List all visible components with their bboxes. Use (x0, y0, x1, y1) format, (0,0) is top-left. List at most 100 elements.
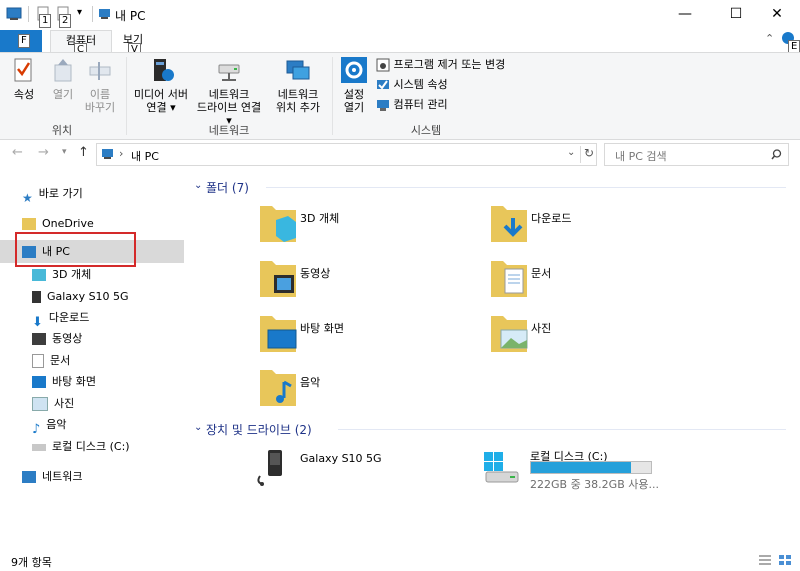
computer-management-button[interactable]: 컴퓨터 관리 (376, 97, 448, 115)
nav-3d-objects[interactable]: 3D 개체 (32, 264, 91, 285)
folder-name: 바탕 화면 (300, 322, 344, 335)
nav-label: 바탕 화면 (52, 375, 96, 388)
map-drive-button[interactable]: 네트워크 드라이브 연결 ▾ (193, 57, 265, 127)
folder-tile[interactable]: 바탕 화면 (258, 312, 458, 358)
maximize-button[interactable]: ☐ (713, 0, 759, 30)
ribbon-tabs: F 컴퓨터 C 보기 V ⌃ E (0, 30, 800, 57)
nav-videos[interactable]: 동영상 (32, 328, 82, 349)
media-server-icon (154, 59, 174, 81)
downloads-folder-icon (491, 206, 527, 242)
nav-pictures[interactable]: 사진 (32, 393, 74, 414)
folder-tile[interactable]: 동영상 (258, 257, 458, 303)
refresh-icon[interactable]: ↻ (584, 146, 594, 160)
group-label-network: 네트워크 (208, 124, 250, 137)
folders-collapse-icon[interactable]: ⌄ (194, 180, 202, 191)
desktop-icon (32, 376, 46, 388)
folder-name: 사진 (531, 322, 552, 335)
group-label-system: 시스템 (410, 124, 442, 137)
annotation-highlight-box (15, 232, 136, 267)
navigation-pane: ★ 바로 가기 OneDrive 내 PC 3D 개체 Galaxy S10 5G… (0, 170, 186, 548)
breadcrumb-chevron-icon[interactable]: › (119, 147, 123, 160)
address-bar[interactable]: › 내 PC ⌄ ↻ (96, 143, 597, 166)
recent-locations-icon[interactable]: ▾ (62, 147, 67, 157)
device-tile[interactable]: Galaxy S10 5G (254, 446, 464, 492)
divider (28, 6, 29, 22)
collapse-ribbon-icon[interactable]: ⌃ (765, 32, 774, 45)
nav-music[interactable]: ♪ 음악 (32, 414, 67, 437)
settings-gear-icon (341, 57, 367, 83)
nav-downloads[interactable]: ⬇ 다운로드 (32, 307, 90, 330)
details-view-icon[interactable] (758, 554, 772, 566)
onedrive-folder-icon (22, 218, 36, 230)
system-properties-button[interactable]: 시스템 속성 (376, 77, 448, 95)
divider (126, 57, 127, 135)
uninstall-icon (376, 58, 390, 72)
system-properties-icon (377, 80, 389, 90)
local-disk-windows-icon (484, 452, 519, 483)
computer-management-icon (377, 100, 389, 111)
properties-button[interactable]: 속성 (4, 57, 44, 101)
add-network-location-label-2: 위치 추가 (276, 101, 320, 114)
settings-label-2: 열기 (343, 101, 365, 114)
divider (266, 187, 786, 188)
folder-name: 다운로드 (531, 212, 572, 225)
qat-dropdown-icon[interactable]: ▾ (77, 7, 82, 18)
devices-collapse-icon[interactable]: ⌄ (194, 422, 202, 433)
open-settings-button[interactable]: 설정 열기 (336, 57, 372, 114)
rename-icon (89, 62, 111, 80)
folder-tile[interactable]: 문서 (489, 257, 689, 303)
device-name: Galaxy S10 5G (300, 452, 382, 465)
media-server-label-2: 연결 ▾ (146, 101, 176, 114)
folder-tile[interactable]: 다운로드 (489, 202, 689, 248)
uninstall-label: 프로그램 제거 또는 변경 (393, 58, 506, 71)
this-pc-icon[interactable] (6, 7, 24, 21)
uninstall-program-button[interactable]: 프로그램 제거 또는 변경 (376, 57, 505, 75)
nav-galaxy[interactable]: Galaxy S10 5G (32, 286, 129, 307)
devices-header[interactable]: 장치 및 드라이브 (2) (206, 421, 312, 438)
nav-desktop[interactable]: 바탕 화면 (32, 371, 96, 392)
music-note-icon: ♪ (32, 422, 41, 437)
divider (92, 6, 93, 22)
nav-label: 다운로드 (48, 311, 90, 324)
system-properties-label: 시스템 속성 (393, 78, 448, 91)
nav-local-disk[interactable]: 로컬 디스크 (C:) (32, 436, 130, 457)
drive-usage-bar (530, 461, 652, 474)
forward-button[interactable]: → (38, 145, 49, 160)
large-icons-view-icon[interactable] (778, 554, 792, 566)
media-server-button[interactable]: 미디어 서버 연결 ▾ (130, 57, 192, 114)
nav-onedrive[interactable]: OneDrive (22, 213, 94, 234)
search-placeholder: 내 PC 검색 (615, 150, 667, 163)
search-box[interactable]: 내 PC 검색 (604, 143, 789, 166)
open-button[interactable]: 열기 (44, 57, 82, 101)
tab-file[interactable]: F (0, 30, 42, 52)
nav-network[interactable]: 네트워크 (22, 466, 82, 487)
search-icon[interactable] (771, 149, 782, 160)
desktop-folder-icon (260, 316, 297, 352)
map-drive-label-1: 네트워크 (208, 88, 250, 101)
folder-tile[interactable]: 사진 (489, 312, 689, 358)
status-bar: 9개 항목 (0, 550, 800, 571)
rename-button[interactable]: 이름 바꾸기 (80, 57, 120, 114)
documents-folder-icon (491, 261, 527, 297)
content-pane: ⌄ 폴더 (7) 3D 개체 다운로드 동영상 문서 바탕 화면 사진 음악 ⌄… (186, 170, 800, 548)
minimize-button[interactable]: — (662, 0, 708, 30)
properties-icon (14, 58, 32, 82)
folders-header[interactable]: 폴더 (7) (206, 179, 249, 196)
address-dropdown-icon[interactable]: ⌄ (567, 147, 575, 158)
close-button[interactable]: ✕ (754, 0, 800, 30)
rename-label-1: 이름 (89, 88, 111, 101)
divider (338, 429, 786, 430)
drive-space-text: 222GB 중 38.2GB 사용... (530, 478, 659, 491)
keytip-file: F (18, 34, 30, 48)
folder-tile[interactable]: 음악 (258, 366, 458, 412)
nav-quick-access[interactable]: ★ 바로 가기 (22, 183, 83, 205)
folder-tile[interactable]: 3D 개체 (258, 202, 458, 248)
add-network-location-button[interactable]: 네트워크 위치 추가 (268, 57, 328, 114)
breadcrumb-this-pc[interactable]: 내 PC (131, 148, 159, 164)
up-button[interactable]: ↑ (78, 145, 89, 160)
nav-documents[interactable]: 문서 (32, 350, 70, 371)
nav-label: 네트워크 (42, 470, 83, 483)
device-tile[interactable]: 로컬 디스크 (C:) 222GB 중 38.2GB 사용... (482, 446, 682, 492)
divider (332, 57, 333, 135)
back-button[interactable]: ← (12, 145, 23, 160)
